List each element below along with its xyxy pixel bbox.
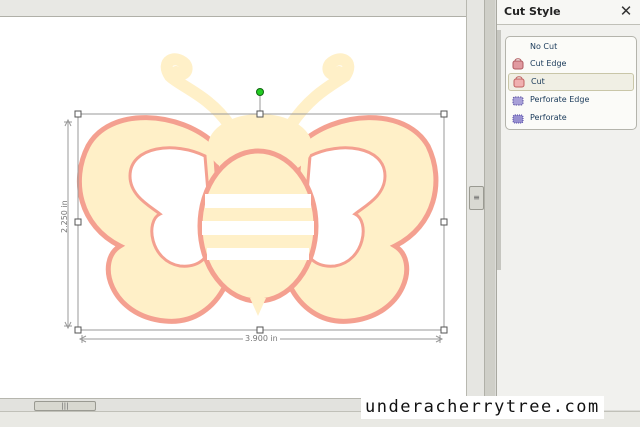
body-stripe (207, 248, 309, 260)
close-icon[interactable]: ✕ (617, 2, 635, 20)
cut-style-label: Cut (531, 77, 545, 86)
cut-style-item-perforate-edge[interactable]: Perforate Edge (508, 92, 632, 108)
horizontal-scroll-thumb[interactable]: ||| (34, 401, 96, 411)
cut-style-label: Perforate Edge (530, 95, 590, 104)
height-dimension-label: 2.250 in (60, 200, 69, 233)
panel-header: Cut Style ✕ (497, 0, 640, 25)
watermark-text: underacherrytree.com (361, 396, 604, 419)
cut-style-item-no-cut[interactable]: No Cut (508, 39, 632, 55)
resize-handle (440, 110, 448, 118)
perforate-edge-icon (512, 96, 524, 106)
cut-style-list: No Cut Cut Edge Cut Perforate Edge Perfo… (505, 36, 637, 130)
body-stripe (202, 221, 314, 235)
cut-style-label: Perforate (530, 113, 567, 122)
panel-edge (497, 30, 501, 270)
width-dimension-label: 3.900 in (243, 334, 280, 343)
top-ruler (0, 0, 466, 17)
cut-style-panel: Cut Style ✕ No Cut Cut Edge Cut Perforat (496, 0, 640, 410)
cut-style-item-perforate[interactable]: Perforate (508, 110, 632, 126)
resize-handle (256, 326, 264, 334)
design-canvas[interactable]: 2.250 in 3.900 in (0, 0, 466, 398)
panel-title: Cut Style (504, 5, 561, 18)
cut-style-item-cut[interactable]: Cut (508, 73, 634, 91)
resize-handle (74, 110, 82, 118)
panel-splitter[interactable] (484, 0, 495, 398)
vertical-scroll-thumb[interactable]: ≡ (469, 186, 484, 210)
resize-handle (74, 218, 82, 226)
cut-style-label: Cut Edge (530, 59, 567, 68)
resize-handle (256, 110, 264, 118)
resize-handle (74, 326, 82, 334)
bee-stinger (250, 298, 266, 316)
body-stripe (205, 194, 311, 208)
rotate-handle (256, 88, 264, 96)
cut-style-label: No Cut (530, 42, 558, 51)
cut-style-item-cut-edge[interactable]: Cut Edge (508, 56, 632, 72)
perforate-icon (512, 114, 524, 124)
cut-icon (513, 76, 525, 88)
vertical-scrollbar[interactable]: ≡ (466, 0, 485, 398)
cut-edge-icon (512, 58, 524, 70)
resize-handle (440, 326, 448, 334)
bee-artwork[interactable] (0, 16, 466, 398)
resize-handle (440, 218, 448, 226)
